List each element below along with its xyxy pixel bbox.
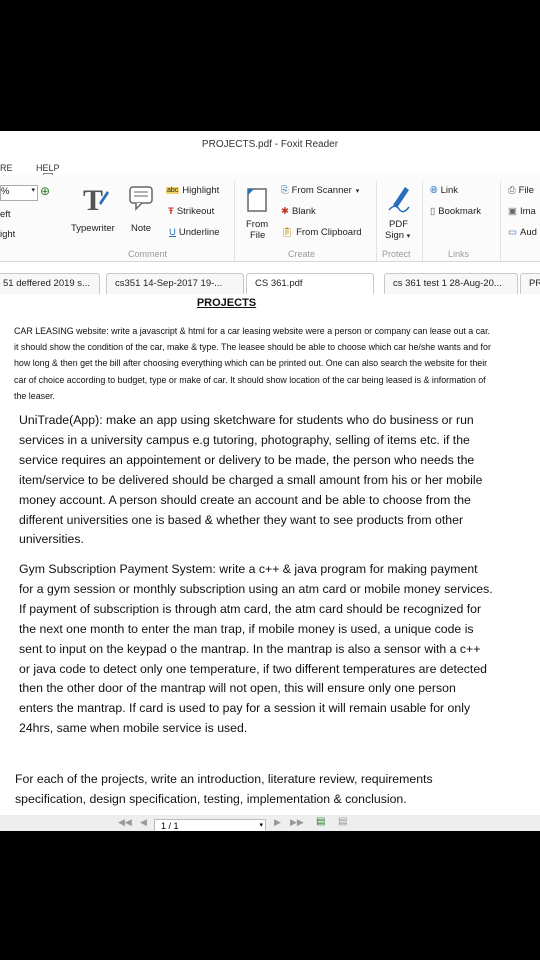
from-file-button[interactable]: [244, 185, 270, 218]
audio-label: Aud: [519, 227, 537, 239]
menu-item-partial[interactable]: RE: [0, 163, 13, 173]
audio-video-icon: ▭: [508, 227, 517, 238]
note-button[interactable]: [128, 185, 156, 216]
tab-document[interactable]: cs351 14-Sep-2017 19-...: [106, 273, 244, 294]
chevron-down-icon: ▾: [259, 822, 263, 829]
file-attachment-label: File: [518, 185, 534, 197]
prev-page-icon[interactable]: ◀: [140, 817, 147, 828]
page-view-icon[interactable]: ▤: [316, 816, 325, 827]
bookmark-icon: ▯: [430, 206, 436, 217]
zoom-select[interactable]: % ▾: [0, 185, 38, 201]
protect-group-label: Protect: [382, 249, 411, 259]
underline-icon: U: [169, 227, 176, 238]
audio-button[interactable]: ▭ Aud: [508, 227, 537, 238]
ribbon-divider: [422, 181, 423, 261]
highlight-button[interactable]: abc Highlight: [166, 185, 219, 196]
link-label: Link: [440, 185, 459, 197]
ribbon: % ▾ ⊕ eft ight T Typewriter Note abc High…: [0, 175, 540, 262]
strikeout-button[interactable]: Ŧ Strikeout: [168, 206, 214, 217]
tab-document[interactable]: cs 361 test 1 28-Aug-20...: [384, 273, 518, 294]
image-icon: ▣: [508, 206, 517, 217]
chevron-down-icon: ▾: [355, 188, 360, 196]
zoom-value: %: [1, 186, 10, 197]
from-scanner-button[interactable]: ⎘ From Scanner ▾: [281, 185, 359, 196]
blank-button[interactable]: ✱ Blank: [281, 206, 316, 217]
strikeout-label: Strikeout: [176, 206, 215, 218]
page-view-icon[interactable]: ▤: [338, 816, 347, 827]
from-file-label-1: From: [246, 219, 269, 230]
bookmark-label: Bookmark: [438, 206, 481, 218]
zoom-in-icon[interactable]: ⊕: [40, 184, 50, 198]
svg-text:T: T: [83, 184, 103, 215]
pdf-sign-label-2: Sign ▾: [385, 230, 410, 241]
next-page-icon[interactable]: ▶: [274, 817, 281, 828]
align-right-partial[interactable]: ight: [0, 229, 15, 240]
scanner-icon: ⎘: [281, 185, 289, 196]
pdf-page: PROJECTS CAR LEASING website: write a ja…: [0, 293, 540, 813]
tab-document[interactable]: CS 361.pdf: [246, 273, 374, 294]
highlight-label: Highlight: [182, 185, 220, 196]
pen-sign-icon: [388, 187, 410, 213]
status-bar: ◀◀ ◀ 1 / 1 ▾ ▶ ▶▶ ▤ ▤: [0, 815, 540, 831]
pdf-sign-label-1: PDF: [389, 219, 408, 230]
image-button[interactable]: ▣ Ima: [508, 206, 536, 217]
clipboard-icon: 📋︎: [281, 227, 294, 238]
note-label: Note: [131, 223, 152, 234]
globe-link-icon: 🌐︎: [430, 185, 438, 196]
bookmark-button[interactable]: ▯ Bookmark: [430, 206, 481, 217]
comment-group-label: Comment: [128, 249, 168, 259]
chevron-down-icon: ▾: [31, 187, 35, 194]
typewriter-icon: T: [83, 184, 109, 217]
strikeout-icon: Ŧ: [168, 206, 174, 217]
page-title: PROJECTS: [196, 297, 257, 309]
note-icon: [129, 186, 153, 211]
paragraph-unitrade: UniTrade(App): make an app using sketchw…: [19, 413, 483, 547]
first-page-icon[interactable]: ◀◀: [118, 817, 132, 828]
pdf-sign-text: Sign: [385, 230, 405, 241]
link-button[interactable]: 🌐︎ Link: [430, 185, 458, 196]
paragraph-instructions: For each of the projects, write an intro…: [15, 772, 433, 806]
page-number: 1 / 1: [161, 821, 179, 831]
align-left-partial[interactable]: eft: [0, 209, 11, 220]
tab-document[interactable]: PR: [520, 273, 540, 294]
from-clipboard-label: From Clipboard: [296, 227, 362, 239]
last-page-icon[interactable]: ▶▶: [290, 817, 304, 828]
pdf-sign-button[interactable]: [385, 183, 413, 216]
from-clipboard-button[interactable]: 📋︎ From Clipboard: [281, 227, 362, 238]
ribbon-divider: [234, 181, 235, 261]
underline-button[interactable]: U Underline: [169, 227, 220, 238]
menu-item-help[interactable]: HELP: [36, 163, 60, 173]
tab-document[interactable]: 51 deffered 2019 s...: [0, 273, 100, 294]
foxit-reader-window: PROJECTS.pdf - Foxit Reader RE HELP L % …: [0, 131, 540, 831]
typewriter-label: Typewriter: [71, 223, 115, 234]
window-title: PROJECTS.pdf - Foxit Reader: [0, 131, 540, 161]
from-scanner-label: From Scanner: [291, 185, 352, 197]
highlight-icon: abc: [166, 186, 180, 194]
file-attachment-button[interactable]: ⎙ File: [508, 185, 534, 196]
underline-label: Underline: [178, 227, 220, 239]
typewriter-button[interactable]: T: [74, 183, 114, 218]
paperclip-icon: ⎙: [508, 185, 516, 196]
ribbon-divider: [500, 181, 501, 261]
document-tabs: 51 deffered 2019 s... cs351 14-Sep-2017 …: [0, 271, 540, 294]
paragraph-car-leasing: CAR LEASING website: write a javascript …: [14, 326, 491, 401]
links-group-label: Links: [448, 249, 470, 259]
ribbon-divider: [376, 181, 377, 261]
page-number-input[interactable]: 1 / 1 ▾: [154, 819, 266, 831]
menu-bar: RE HELP L: [0, 161, 540, 184]
blank-page-icon: ✱: [281, 206, 289, 217]
paragraph-gym-subscription: Gym Subscription Payment System: write a…: [19, 562, 493, 736]
from-file-label-2: File: [250, 230, 266, 241]
chevron-down-icon: ▾: [406, 233, 411, 240]
image-label: Ima: [519, 206, 536, 218]
file-icon: [247, 188, 267, 212]
create-group-label: Create: [288, 249, 316, 259]
blank-label: Blank: [291, 206, 316, 218]
